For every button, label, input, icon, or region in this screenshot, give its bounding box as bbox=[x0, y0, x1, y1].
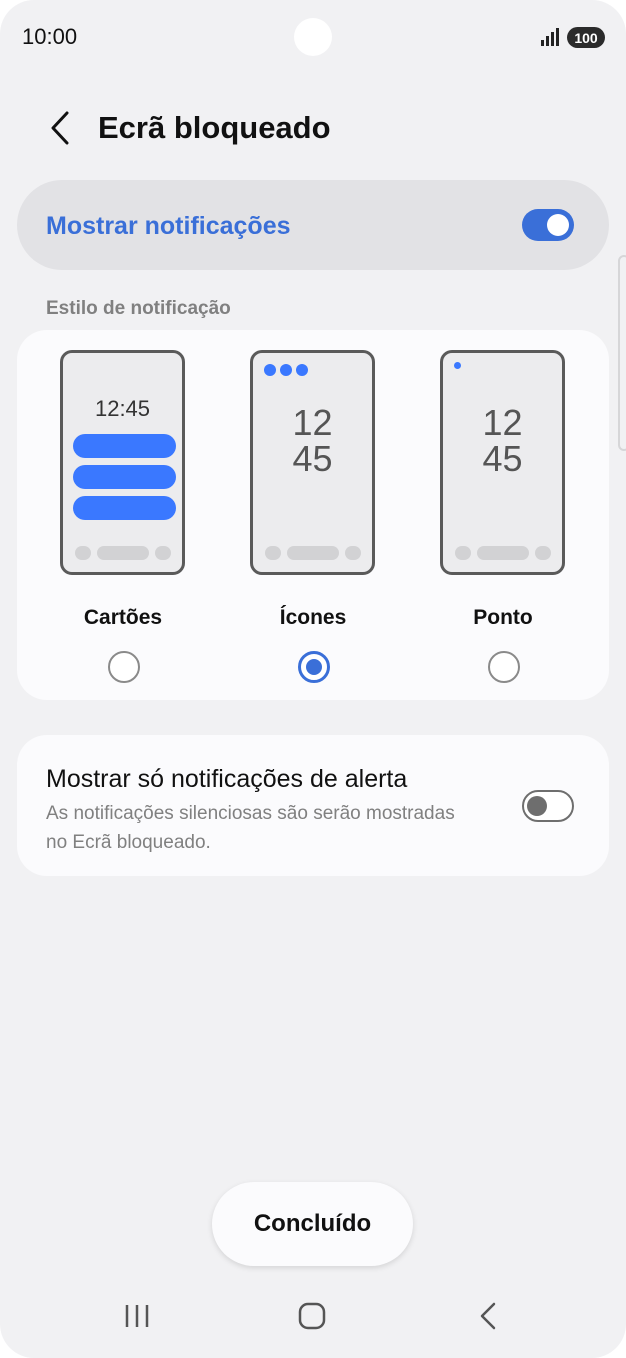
nav-back-icon bbox=[480, 1302, 496, 1330]
icons-preview: 12 45 bbox=[250, 350, 375, 575]
preview-clock-minutes: 45 bbox=[292, 438, 333, 479]
style-option-label: Ponto bbox=[473, 606, 533, 629]
recents-button[interactable] bbox=[112, 1296, 162, 1336]
battery-icon: 100 bbox=[567, 27, 605, 48]
style-option-label: Cartões bbox=[83, 606, 163, 629]
show-notifications-label: Mostrar notificações bbox=[46, 212, 291, 240]
preview-nav-pill bbox=[287, 546, 339, 560]
style-option-cards[interactable]: 12:45 Cartões bbox=[33, 330, 213, 700]
show-notifications-row[interactable]: Mostrar notificações bbox=[17, 180, 609, 270]
nav-back-button[interactable] bbox=[463, 1296, 513, 1336]
preview-nav bbox=[265, 546, 361, 560]
preview-clock: 12:45 bbox=[94, 396, 151, 421]
battery-level: 100 bbox=[574, 29, 598, 46]
alert-only-description: As notificações silenciosas são serão mo… bbox=[46, 803, 455, 853]
preview-nav-pill bbox=[477, 546, 529, 560]
camera-cutout bbox=[294, 18, 332, 56]
preview-nav-dot bbox=[535, 546, 551, 560]
preview-clock-hours: 12 bbox=[482, 402, 523, 443]
style-option-icons[interactable]: 12 45 Ícones bbox=[223, 330, 403, 700]
notification-icon-dot bbox=[280, 364, 292, 376]
notification-card-bar bbox=[73, 496, 176, 520]
preview-nav-dot bbox=[155, 546, 171, 560]
preview-nav-dot bbox=[265, 546, 281, 560]
screen: 10:00 100 Ecrã bloqueado Mostrar notific… bbox=[0, 0, 626, 1358]
dot-preview: 12 45 bbox=[440, 350, 565, 575]
page-title: Ecrã bloqueado bbox=[98, 110, 331, 145]
back-button[interactable] bbox=[40, 106, 80, 150]
preview-clock-minutes: 45 bbox=[482, 438, 523, 479]
preview-nav bbox=[455, 546, 551, 560]
style-option-label: Ícones bbox=[279, 606, 347, 629]
preview-clock: 12 45 bbox=[443, 405, 562, 477]
preview-nav-pill bbox=[97, 546, 149, 560]
preview-clock: 12 45 bbox=[253, 405, 372, 477]
home-icon bbox=[298, 1302, 326, 1330]
done-button[interactable]: Concluído bbox=[212, 1182, 413, 1266]
status-time: 10:00 bbox=[22, 24, 78, 49]
back-chevron-icon bbox=[51, 111, 69, 145]
style-option-dot[interactable]: 12 45 Ponto bbox=[413, 330, 593, 700]
preview-clock-hours: 12 bbox=[292, 402, 333, 443]
notification-dot bbox=[454, 362, 461, 369]
signal-icon bbox=[541, 28, 559, 46]
edge-panel-handle[interactable] bbox=[618, 255, 626, 451]
alert-only-row[interactable]: Mostrar só notificações de alerta As not… bbox=[17, 735, 609, 876]
notification-style-label: Estilo de notificação bbox=[46, 298, 231, 319]
switch-knob bbox=[527, 795, 547, 816]
preview-nav-dot bbox=[75, 546, 91, 560]
cards-preview: 12:45 bbox=[60, 350, 185, 575]
preview-nav-dot bbox=[455, 546, 471, 560]
switch-knob bbox=[547, 214, 569, 236]
notification-card-bar bbox=[73, 465, 176, 489]
alert-only-switch[interactable] bbox=[522, 790, 574, 822]
dot-radio[interactable] bbox=[488, 651, 520, 683]
recents-icon bbox=[125, 1305, 149, 1327]
preview-nav-dot bbox=[345, 546, 361, 560]
cards-radio[interactable] bbox=[108, 651, 140, 683]
show-notifications-switch[interactable] bbox=[522, 209, 574, 241]
icons-radio[interactable] bbox=[298, 651, 330, 683]
alert-only-title: Mostrar só notificações de alerta bbox=[46, 765, 408, 793]
preview-nav bbox=[75, 546, 171, 560]
notification-style-card: 12:45 Cartões 12 45 Ícones 12 45 Ponto bbox=[17, 330, 609, 700]
notification-icon-dot bbox=[296, 364, 308, 376]
notification-icon-dot bbox=[264, 364, 276, 376]
notification-card-bar bbox=[73, 434, 176, 458]
home-button[interactable] bbox=[287, 1296, 337, 1336]
